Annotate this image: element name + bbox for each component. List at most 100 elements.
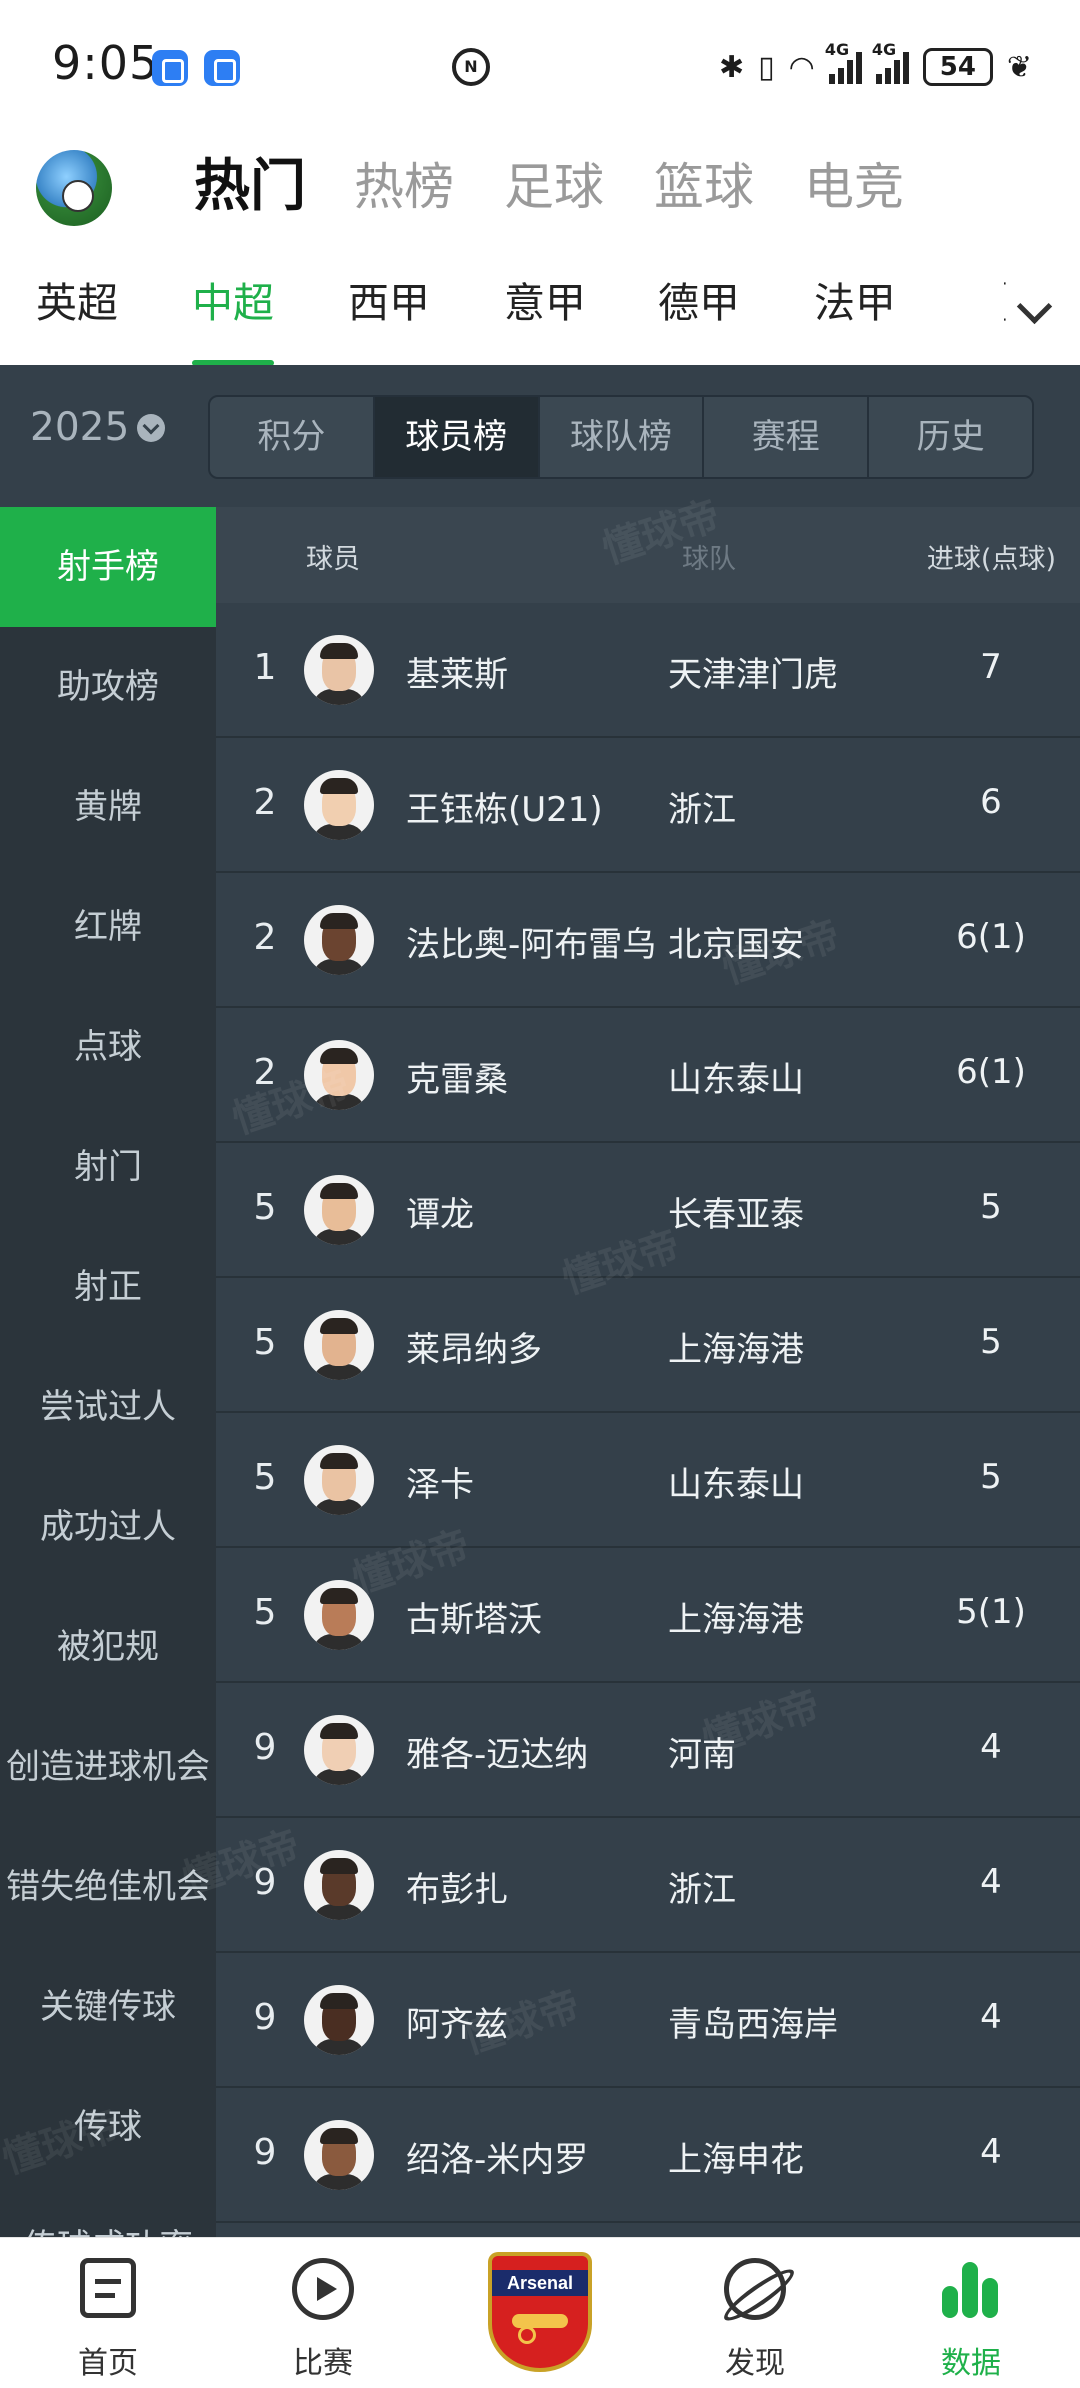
avatar-hair — [320, 1588, 358, 1604]
battery-icon: 54 — [922, 48, 993, 86]
app-icon — [152, 50, 188, 86]
league-tab-seriea[interactable]: 意甲 — [504, 268, 586, 324]
player-goals: 7 — [980, 647, 1002, 687]
vibrate-icon: ▯ — [758, 49, 775, 85]
nav-matches[interactable]: 比赛 — [248, 2238, 398, 2388]
player-team: 浙江 — [668, 790, 736, 830]
arsenal-crest-icon[interactable]: Arsenal — [488, 2252, 592, 2372]
player-team: 北京国安 — [668, 925, 804, 965]
player-rank: 1 — [253, 647, 277, 688]
tab-basketball[interactable]: 篮球 — [654, 150, 754, 224]
player-name: 雅各-迈达纳 — [406, 1735, 589, 1775]
avatar-shirt — [312, 1229, 366, 1245]
sidebar-item-big-chances-missed[interactable]: 错失绝佳机会 — [0, 1827, 216, 1947]
table-row[interactable]: 5 莱昂纳多 上海海港 5 — [216, 1278, 1080, 1413]
table-row[interactable]: 5 谭龙 长春亚泰 5 — [216, 1143, 1080, 1278]
league-tab-epl[interactable]: 英超 — [36, 268, 118, 324]
sidebar-item-pass-accuracy[interactable]: 传球成功率 — [0, 2187, 216, 2237]
table-row[interactable]: 2 法比奥-阿布雷乌 北京国安 6(1) — [216, 873, 1080, 1008]
sidebar-item-shots-on-target[interactable]: 射正 — [0, 1227, 216, 1347]
segment-player-rankings[interactable]: 球员榜 — [374, 397, 540, 477]
player-avatar — [304, 635, 374, 705]
sidebar-item-scorers[interactable]: 射手榜 — [0, 507, 216, 627]
nav-discover-label: 发现 — [725, 2346, 785, 2381]
player-team: 青岛西海岸 — [668, 2005, 838, 2045]
sidebar-item-chances-created[interactable]: 创造进球机会 — [0, 1707, 216, 1827]
bluetooth-icon: ✱ — [719, 49, 745, 85]
player-avatar — [304, 1985, 374, 2055]
player-avatar — [304, 1445, 374, 1515]
tab-hot[interactable]: 热门 — [194, 150, 306, 224]
segment-team-rankings[interactable]: 球队榜 — [540, 397, 705, 477]
league-tab-csl[interactable]: 中超 — [192, 268, 274, 324]
app-logo[interactable] — [36, 150, 112, 226]
player-rank: 9 — [253, 1727, 277, 1768]
sidebar-item-assists[interactable]: 助攻榜 — [0, 627, 216, 747]
player-name: 布彭扎 — [406, 1870, 508, 1910]
sidebar-item-yellow-cards[interactable]: 黄牌 — [0, 747, 216, 867]
sidebar-item-passes[interactable]: 传球 — [0, 2067, 216, 2187]
avatar-hair — [320, 643, 358, 659]
table-row[interactable]: 9 阿齐兹 青岛西海岸 4 — [216, 1953, 1080, 2088]
avatar-hair — [320, 1318, 358, 1334]
player-team: 浙江 — [668, 1870, 736, 1910]
data-icon — [940, 2258, 998, 2318]
app-icon — [204, 50, 240, 86]
table-row[interactable]: 9 雅各-迈达纳 河南 4 — [216, 1683, 1080, 1818]
player-team: 山东泰山 — [668, 1060, 804, 1100]
avatar-shirt — [312, 1634, 366, 1650]
player-team: 上海海港 — [668, 1600, 804, 1640]
sidebar-item-key-passes[interactable]: 关键传球 — [0, 1947, 216, 2067]
tab-hot-list[interactable]: 热榜 — [354, 150, 454, 224]
table-row[interactable]: 9 布彭扎 浙江 4 — [216, 1818, 1080, 1953]
player-rank: 9 — [253, 1997, 277, 2038]
nav-matches-label: 比赛 — [293, 2346, 353, 2381]
segment-standings[interactable]: 积分 — [210, 397, 375, 477]
nav-data[interactable]: 数据 — [896, 2238, 1046, 2388]
league-tab-laliga[interactable]: 西甲 — [348, 268, 430, 324]
segment-schedule[interactable]: 赛程 — [704, 397, 870, 477]
filter-bar: 2025 积分 球员榜 球队榜 赛程 历史 — [0, 365, 1080, 507]
league-tab-bundesliga[interactable]: 德甲 — [658, 268, 740, 324]
avatar-hair — [320, 1858, 358, 1874]
player-team: 长春亚泰 — [668, 1195, 804, 1235]
sidebar-item-dribbles-successful[interactable]: 成功过人 — [0, 1467, 216, 1587]
player-goals: 5 — [980, 1322, 1002, 1362]
player-rank: 2 — [253, 917, 277, 958]
crest-wheel — [518, 2326, 536, 2344]
player-name: 谭龙 — [406, 1195, 474, 1235]
table-row[interactable]: 2 克雷桑 山东泰山 6(1) — [216, 1008, 1080, 1143]
status-time: 9:05 — [52, 36, 160, 90]
sidebar-item-shots[interactable]: 射门 — [0, 1107, 216, 1227]
sidebar-item-penalties[interactable]: 点球 — [0, 987, 216, 1107]
table-row[interactable]: 2 王钰栋(U21) 浙江 6 — [216, 738, 1080, 873]
chevron-down-icon[interactable] — [1018, 294, 1048, 324]
discover-icon — [724, 2258, 786, 2320]
table-row[interactable]: 1 基莱斯 天津津门虎 7 — [216, 603, 1080, 738]
avatar-shirt — [312, 1904, 366, 1920]
table-row[interactable]: 5 泽卡 山东泰山 5 — [216, 1413, 1080, 1548]
table-row[interactable]: 9 绍洛-米内罗 上海申花 4 — [216, 2088, 1080, 2223]
tab-football[interactable]: 足球 — [504, 150, 604, 224]
player-goals: 4 — [980, 1997, 1002, 2037]
nav-discover[interactable]: 发现 — [680, 2238, 830, 2388]
avatar-shirt — [312, 959, 366, 975]
table-row[interactable]: 5 古斯塔沃 上海海港 5(1) — [216, 1548, 1080, 1683]
player-avatar — [304, 1310, 374, 1380]
sidebar-item-red-cards[interactable]: 红牌 — [0, 867, 216, 987]
avatar-shirt — [312, 1364, 366, 1380]
player-rank: 2 — [253, 782, 277, 823]
sidebar-item-dribbles-attempted[interactable]: 尝试过人 — [0, 1347, 216, 1467]
player-goals: 6(1) — [956, 1052, 1026, 1092]
status-icons: ✱ ▯ ◠ 4G 4G 54 ❦ — [719, 40, 1032, 92]
player-goals: 4 — [980, 1727, 1002, 1767]
tab-esports[interactable]: 电竞 — [804, 150, 904, 224]
app-header: 热门 热榜 足球 篮球 电竞 英超 中超 西甲 意甲 德甲 法甲 ［ — [0, 130, 1080, 366]
sidebar-item-fouled[interactable]: 被犯规 — [0, 1587, 216, 1707]
wifi-icon: ◠ — [788, 49, 815, 85]
nav-home[interactable]: 首页 — [33, 2238, 183, 2388]
season-selector[interactable]: 2025 — [30, 405, 166, 450]
avatar-hair — [320, 778, 358, 794]
segment-history[interactable]: 历史 — [869, 397, 1032, 477]
play-icon — [292, 2258, 354, 2320]
